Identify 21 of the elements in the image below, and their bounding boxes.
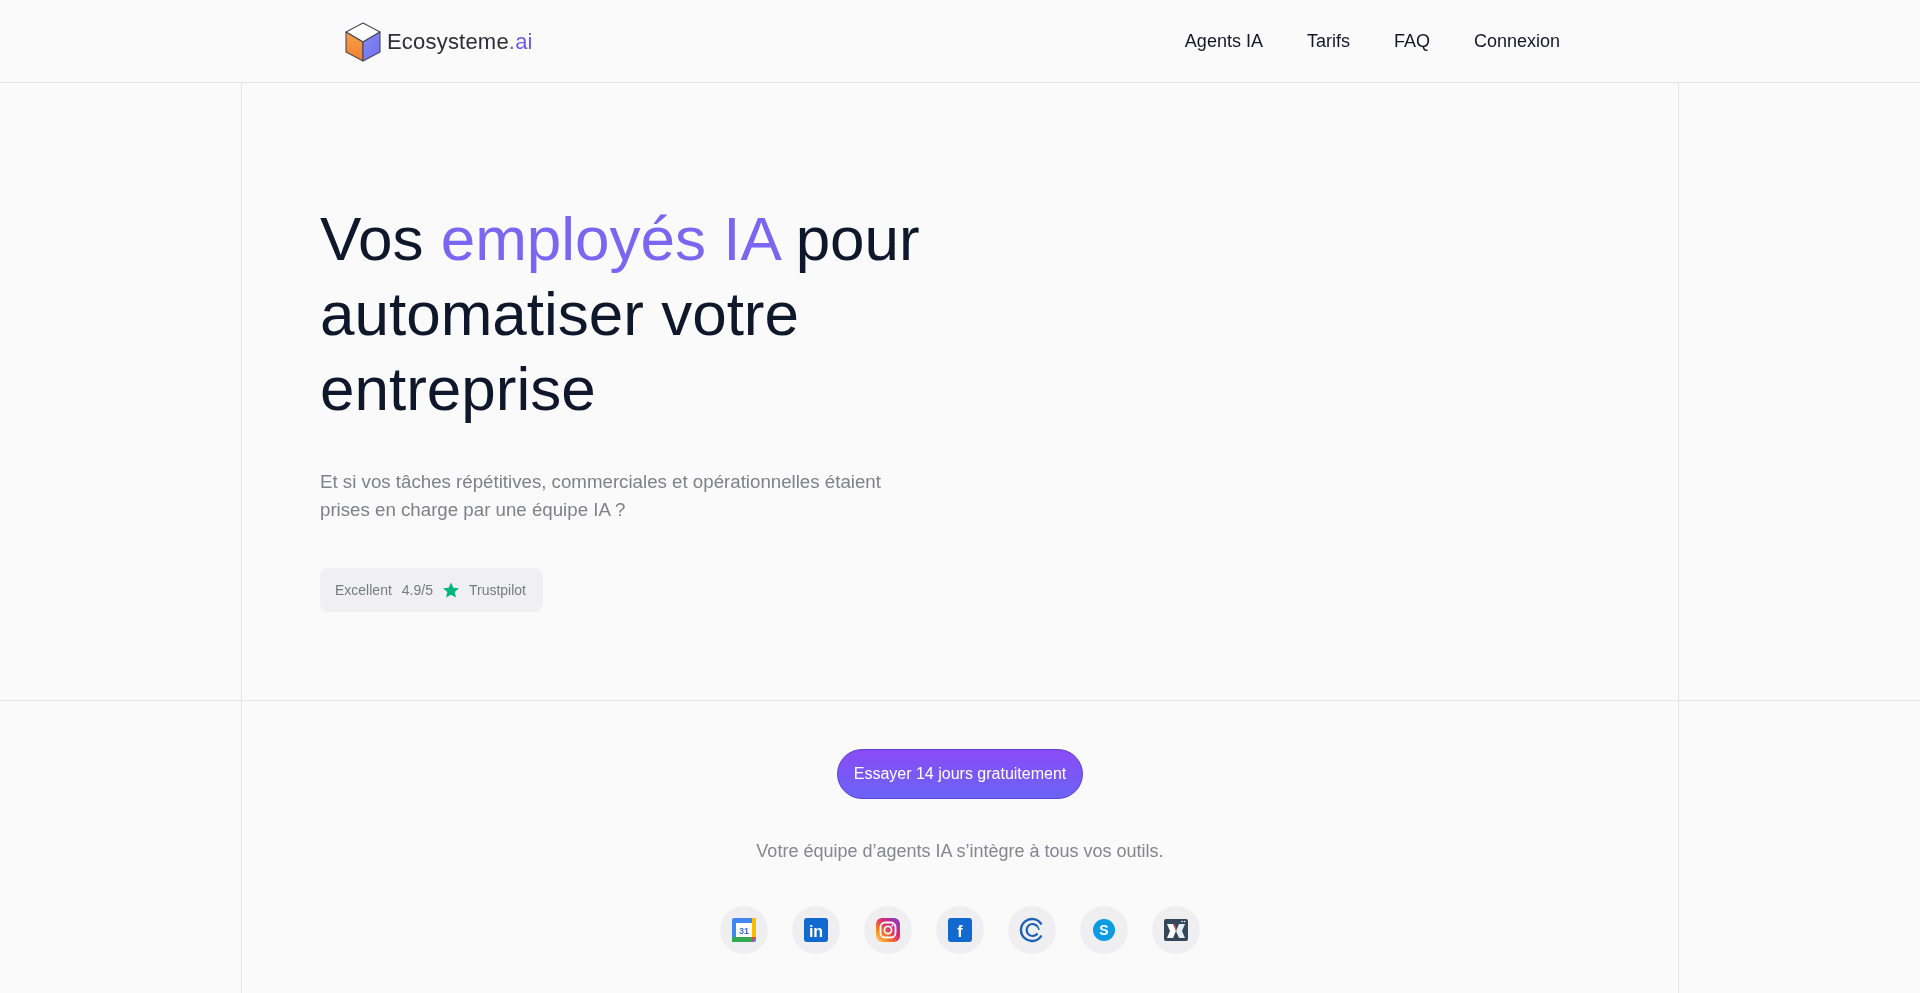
- integrations-caption: Votre équipe d’agents IA s’intègre à tous vos outils.: [756, 840, 1164, 863]
- letter-tile-icon: f: [936, 906, 984, 954]
- letter-disc-icon: S: [1080, 906, 1128, 954]
- logo-text: Ecosysteme.ai: [387, 28, 533, 55]
- rating-score: 4.9/5: [401, 582, 433, 598]
- star-icon: [442, 582, 459, 598]
- c-ring-icon: [1008, 906, 1056, 954]
- trial-button[interactable]: Essayer 14 jours gratuitement: [836, 749, 1084, 799]
- rating-label: Excellent: [335, 582, 392, 598]
- rating-source: Trustpilot: [468, 582, 526, 598]
- camera-icon: [864, 906, 912, 954]
- calendar-icon: 31: [720, 906, 768, 954]
- letter-tile-icon: in: [792, 906, 840, 954]
- hero-subtitle: Et si vos tâches répétitives, commerciales et opérationnelles étaient prises en charge par une équipe IA ?: [320, 470, 882, 522]
- nav-link[interactable]: FAQ: [1393, 30, 1430, 52]
- nav-link[interactable]: Connexion: [1473, 30, 1560, 52]
- nav-link[interactable]: Agents IA: [1184, 30, 1263, 52]
- window-logo-icon: [1152, 906, 1200, 954]
- hero-heading: Vos employés IA pour automatiser votre entreprise: [320, 203, 921, 425]
- cube-logo-icon: [345, 21, 381, 62]
- nav-link[interactable]: Tarifs: [1306, 30, 1350, 52]
